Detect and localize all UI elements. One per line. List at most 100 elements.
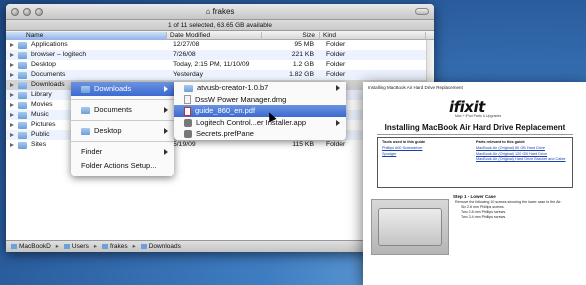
menu-divider xyxy=(71,120,174,121)
row-kind: Folder xyxy=(326,71,346,78)
step-title: Step 1 - Lower Case xyxy=(453,194,496,199)
pdf-icon xyxy=(184,106,191,116)
column-date[interactable]: Date Modified xyxy=(167,32,262,40)
part-link[interactable]: MacBook Air (Original) 120 GB Hard Drive xyxy=(476,152,570,156)
row-size: 221 KB xyxy=(291,51,314,58)
submenu-item[interactable]: DssW Power Manager.dmg xyxy=(174,94,346,106)
menu-item-folder-actions[interactable]: Folder Actions Setup... xyxy=(71,159,174,173)
disclosure-triangle-icon[interactable] xyxy=(10,113,14,117)
path-label: MacBookD xyxy=(19,243,51,250)
step-photo xyxy=(371,199,449,255)
disclosure-triangle-icon[interactable] xyxy=(10,123,14,127)
row-date: 7/26/08 xyxy=(173,51,196,58)
path-separator: ▸ xyxy=(55,243,60,250)
disclosure-triangle-icon[interactable] xyxy=(10,93,14,97)
row-kind: Folder xyxy=(326,41,346,48)
menu-item-desktop[interactable]: Desktop xyxy=(71,124,174,138)
disclosure-triangle-icon[interactable] xyxy=(10,103,14,107)
column-name[interactable]: Name xyxy=(6,32,167,40)
table-row[interactable]: Documents Yesterday 1.82 GB Folder xyxy=(6,70,434,80)
chevron-right-icon xyxy=(336,119,340,126)
row-date: Yesterday xyxy=(173,71,203,78)
submenu-item-selected[interactable]: guide_860_en.pdf xyxy=(174,105,346,117)
context-menu: Downloads Documents Desktop Finder Folde… xyxy=(71,82,174,176)
laptop-image xyxy=(378,208,442,246)
folder-icon xyxy=(63,243,70,249)
submenu-downloads: atvusb-creator-1.0.b7 DssW Power Manager… xyxy=(174,82,346,140)
folder-icon xyxy=(18,82,27,89)
chevron-right-icon xyxy=(164,128,168,134)
part-link[interactable]: MacBook Air (Original) Hard Drive Bracke… xyxy=(476,157,570,161)
folder-icon xyxy=(18,122,27,129)
menu-item-finder[interactable]: Finder xyxy=(71,145,174,159)
folder-icon xyxy=(18,42,27,49)
tools-column: Tools used in this guide Phillips #00 Sc… xyxy=(382,140,462,157)
path-item[interactable]: Downloads xyxy=(140,241,181,252)
menu-item-downloads[interactable]: Downloads xyxy=(71,82,174,96)
tools-parts-box: Tools used in this guide Phillips #00 Sc… xyxy=(377,137,573,188)
row-name: Applications xyxy=(31,41,68,48)
path-separator: ▸ xyxy=(93,243,98,250)
column-size[interactable]: Size xyxy=(262,32,320,40)
step-text: Remove the following 10 screws securing … xyxy=(455,200,575,220)
chevron-right-icon xyxy=(164,149,168,155)
disclosure-triangle-icon[interactable] xyxy=(10,73,14,77)
tool-link[interactable]: Phillips #00 Screwdriver xyxy=(382,146,462,150)
row-size: 1.82 GB xyxy=(289,71,314,78)
chevron-right-icon xyxy=(164,107,168,113)
part-link[interactable]: MacBook Air (Original) 80 GB Hard Drive xyxy=(476,146,570,150)
quicklook-preview: Installing MacBook Air Hard Drive Replac… xyxy=(363,82,586,285)
submenu-item[interactable]: atvusb-creator-1.0.b7 xyxy=(174,82,346,94)
path-item[interactable]: Users xyxy=(63,241,89,252)
table-row[interactable]: browser – logitech 7/26/08 221 KB Folder xyxy=(6,50,434,60)
folder-icon xyxy=(18,52,27,59)
column-kind[interactable]: Kind xyxy=(320,32,426,40)
disclosure-triangle-icon[interactable] xyxy=(10,53,14,57)
row-kind: Folder xyxy=(326,61,346,68)
folder-icon xyxy=(18,62,27,69)
step-line: Two 3.4 mm Phillips screws. xyxy=(461,215,507,219)
tool-link[interactable]: Spudger xyxy=(382,152,462,156)
path-separator: ▸ xyxy=(132,243,136,250)
disk-image-icon xyxy=(184,95,191,105)
path-label: frakes xyxy=(109,243,128,250)
row-name: Desktop xyxy=(31,61,56,68)
preview-header: Installing MacBook Air Hard Drive Replac… xyxy=(368,85,463,90)
path-label: Users xyxy=(71,243,89,250)
submenu-item[interactable]: Secrets.prefPane xyxy=(174,128,346,140)
path-item[interactable]: MacBookD xyxy=(11,241,51,252)
disclosure-triangle-icon[interactable] xyxy=(10,63,14,67)
row-date: 12/27/08 xyxy=(173,41,200,48)
title-bar[interactable]: ⌂ frakes xyxy=(6,4,434,20)
table-row[interactable]: Applications 12/27/08 95 MB Folder xyxy=(6,40,434,50)
toolbar-toggle-button[interactable] xyxy=(415,8,429,15)
row-name: Documents xyxy=(31,71,66,78)
disclosure-triangle-icon[interactable] xyxy=(10,133,14,137)
window-title: ⌂ frakes xyxy=(6,7,434,16)
menu-label: Desktop xyxy=(94,126,122,135)
column-header: Name Date Modified Size Kind xyxy=(6,31,434,40)
parts-heading: Parts relevant to this guide xyxy=(476,140,525,144)
row-name: browser – logitech xyxy=(31,51,87,58)
row-kind: Folder xyxy=(326,51,346,58)
disclosure-triangle-icon[interactable] xyxy=(10,83,14,87)
menu-item-documents[interactable]: Documents xyxy=(71,103,174,117)
row-size: 115 KB xyxy=(292,141,314,148)
folder-icon xyxy=(81,85,90,93)
chevron-right-icon xyxy=(336,85,340,91)
folder-icon xyxy=(140,243,147,249)
disclosure-triangle-icon[interactable] xyxy=(10,143,14,147)
folder-icon xyxy=(18,72,27,79)
row-name: Pictures xyxy=(31,121,56,128)
menu-label: guide_860_en.pdf xyxy=(195,106,256,115)
prefpane-icon xyxy=(184,130,192,139)
row-name: Movies xyxy=(31,101,53,108)
row-name: Library xyxy=(31,91,52,98)
submenu-item[interactable]: Logitech Control...er Installer.app xyxy=(174,117,346,129)
menu-label: Secrets.prefPane xyxy=(196,129,254,138)
path-item[interactable]: frakes xyxy=(101,241,128,252)
disclosure-triangle-icon[interactable] xyxy=(10,43,14,47)
table-row[interactable]: Desktop Today, 2:15 PM, 11/10/09 1.2 GB Fol… xyxy=(6,60,434,70)
logo-subtitle: Mac + iPod Parts & Upgrades xyxy=(455,114,502,118)
menu-label: Finder xyxy=(81,147,103,156)
